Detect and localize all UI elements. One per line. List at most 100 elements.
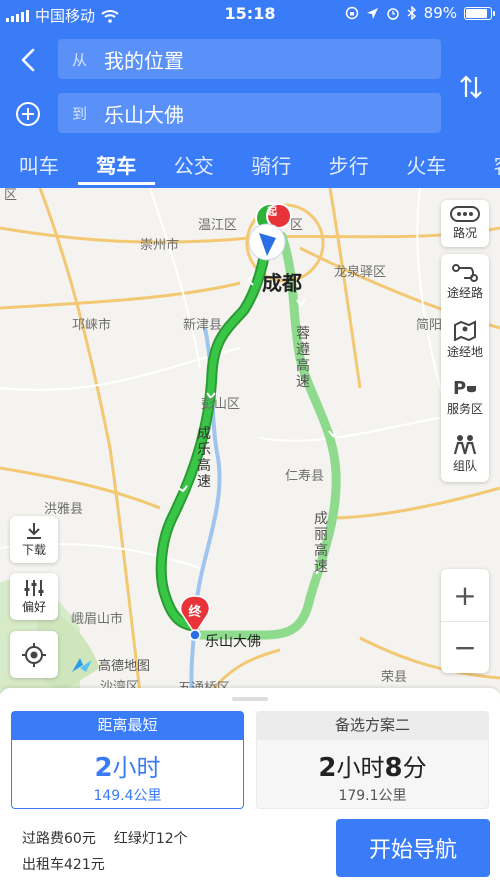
- tab-transit[interactable]: 公交: [155, 140, 233, 188]
- trip-info-line-1: 过路费60元 红绿灯12个: [22, 828, 188, 848]
- toll-info: 过路费60元: [22, 831, 96, 847]
- start-marker-label: 起: [267, 207, 277, 218]
- download-button[interactable]: 下载: [10, 516, 58, 563]
- alarm-icon: [386, 8, 399, 20]
- map-label-hongya: 洪雅县: [44, 502, 84, 517]
- end-marker-label: 终: [188, 605, 202, 620]
- battery-fill: [466, 8, 488, 18]
- sheet-drag-handle[interactable]: [232, 697, 268, 701]
- team-icon: [453, 435, 477, 455]
- route-header: 中国移动 15:18 89% 从 我的位置 到 乐山大佛 叫车 驾车 公交 骑行…: [0, 0, 500, 188]
- plan-card-alternative[interactable]: 备选方案二 2小时8分 179.1公里: [256, 711, 489, 809]
- battery-icon: [464, 6, 495, 20]
- traffic-button[interactable]: 路况: [441, 200, 489, 247]
- plan-hours-unit: 小时: [112, 754, 161, 782]
- plan-duration: 2小时8分: [257, 748, 488, 783]
- origin-value: 我的位置: [104, 48, 184, 73]
- plan-title: 距离最短: [12, 712, 243, 740]
- download-label: 下载: [21, 543, 46, 557]
- service-area-button[interactable]: P 服务区: [441, 368, 489, 425]
- my-location-arrow: [248, 223, 286, 261]
- map-view[interactable]: 区 温江区 区 崇州市 龙泉驿区 成都 邛崃市 新津县 简阳 彭山区 仁寿县 洪…: [0, 188, 500, 693]
- via-place-button[interactable]: 途经地: [441, 311, 489, 368]
- taxi-fare-info: 出租车421元: [22, 857, 105, 873]
- service-area-label: 服务区: [446, 402, 483, 416]
- traffic-panel: 路况: [441, 200, 489, 247]
- tab-train[interactable]: 火车: [388, 140, 466, 188]
- download-icon: [27, 523, 41, 539]
- destination-field[interactable]: 到 乐山大佛: [58, 93, 441, 133]
- battery-percent: 89%: [423, 4, 457, 22]
- plan-card-shortest[interactable]: 距离最短 2小时 149.4公里: [11, 711, 244, 809]
- map-label-rongxian: 荣县: [381, 670, 408, 685]
- swap-route-icon[interactable]: [454, 70, 488, 104]
- add-waypoint-icon[interactable]: [12, 98, 44, 130]
- origin-field[interactable]: 从 我的位置: [58, 39, 441, 79]
- destination-tag: 到: [72, 104, 88, 123]
- map-label-xinjin: 新津县: [183, 318, 223, 333]
- svg-text:P: P: [453, 378, 466, 398]
- preference-label: 偏好: [21, 600, 46, 614]
- traffic-lights-info: 红绿灯12个: [113, 831, 188, 847]
- via-road-button[interactable]: 途经路: [441, 254, 489, 311]
- travel-mode-tabs: 叫车 驾车 公交 骑行 步行 火车 客: [0, 140, 500, 188]
- plan-hours: 2: [94, 753, 113, 783]
- map-label-chongzhou: 崇州市: [140, 238, 180, 253]
- destination-value: 乐山大佛: [104, 102, 184, 127]
- start-navigation-button[interactable]: 开始导航: [336, 819, 490, 877]
- traffic-label: 路况: [452, 226, 477, 240]
- amap-logo: 高德地图: [70, 655, 150, 674]
- map-label-district-2: 区: [290, 218, 304, 233]
- plan-distance: 149.4公里: [93, 788, 162, 804]
- tab-walk[interactable]: 步行: [310, 140, 388, 188]
- tab-taxi[interactable]: 叫车: [0, 140, 78, 188]
- location-arrow-icon: [366, 7, 378, 19]
- preference-sliders-icon: [24, 580, 44, 596]
- locate-me-button[interactable]: [10, 631, 58, 678]
- plan-hours: 2: [318, 753, 337, 783]
- tab-cycle[interactable]: 骑行: [233, 140, 311, 188]
- zoom-controls: + −: [441, 569, 489, 673]
- road-label-alt-2: 成丽高速: [314, 511, 328, 575]
- bluetooth-icon: [407, 6, 416, 20]
- map-label-district: 区: [4, 188, 18, 203]
- plan-title: 备选方案二: [257, 712, 488, 740]
- plan-duration: 2小时: [12, 748, 243, 783]
- road-label-alt-1: 蓉遵高速: [296, 326, 310, 390]
- route-plan-sheet: 距离最短 2小时 149.4公里 备选方案二 2小时8分 179.1公里 过路费…: [0, 688, 500, 889]
- status-right: 89%: [345, 4, 495, 22]
- via-road-label: 途经路: [446, 286, 483, 300]
- trip-info-line-2: 出租车421元: [22, 854, 105, 874]
- lock-rotation-icon: [345, 6, 358, 20]
- via-road-icon: [452, 264, 478, 282]
- plan-hours-unit: 小时: [336, 754, 385, 782]
- map-label-jianyang: 简阳: [416, 318, 443, 333]
- locate-target-icon: [22, 642, 46, 667]
- map-label-longquanyi: 龙泉驿区: [334, 265, 387, 280]
- team-button[interactable]: 组队: [441, 425, 489, 482]
- status-bar: 中国移动 15:18 89%: [0, 0, 500, 28]
- via-place-label: 途经地: [446, 345, 483, 359]
- back-icon[interactable]: [12, 44, 44, 76]
- plan-minutes: 8: [384, 753, 403, 783]
- plan-minutes-unit: 分: [402, 754, 427, 782]
- zoom-out-button[interactable]: −: [441, 621, 489, 673]
- origin-tag: 从: [72, 50, 88, 69]
- tab-coach[interactable]: 客: [465, 140, 500, 188]
- map-label-emeishan: 峨眉山市: [71, 612, 124, 627]
- map-label-renshou: 仁寿县: [285, 469, 325, 484]
- plan-distance: 179.1公里: [338, 788, 407, 804]
- tab-drive[interactable]: 驾车: [77, 140, 156, 188]
- zoom-in-button[interactable]: +: [441, 569, 489, 621]
- map-label-wenjiang: 温江区: [198, 218, 238, 233]
- via-place-icon: [454, 320, 476, 341]
- preference-button[interactable]: 偏好: [10, 573, 58, 620]
- map-label-qionglai: 邛崃市: [72, 318, 112, 333]
- service-area-icon: P: [453, 378, 476, 398]
- amap-logo-icon: [72, 657, 92, 672]
- traffic-icon: [450, 206, 480, 222]
- route-tools-panel: 途经路 途经地 P 服务区 组队: [441, 254, 489, 482]
- map-label-chengdu: 成都: [262, 271, 302, 295]
- road-label-main: 成乐高速: [197, 426, 211, 490]
- amap-logo-text: 高德地图: [98, 659, 151, 674]
